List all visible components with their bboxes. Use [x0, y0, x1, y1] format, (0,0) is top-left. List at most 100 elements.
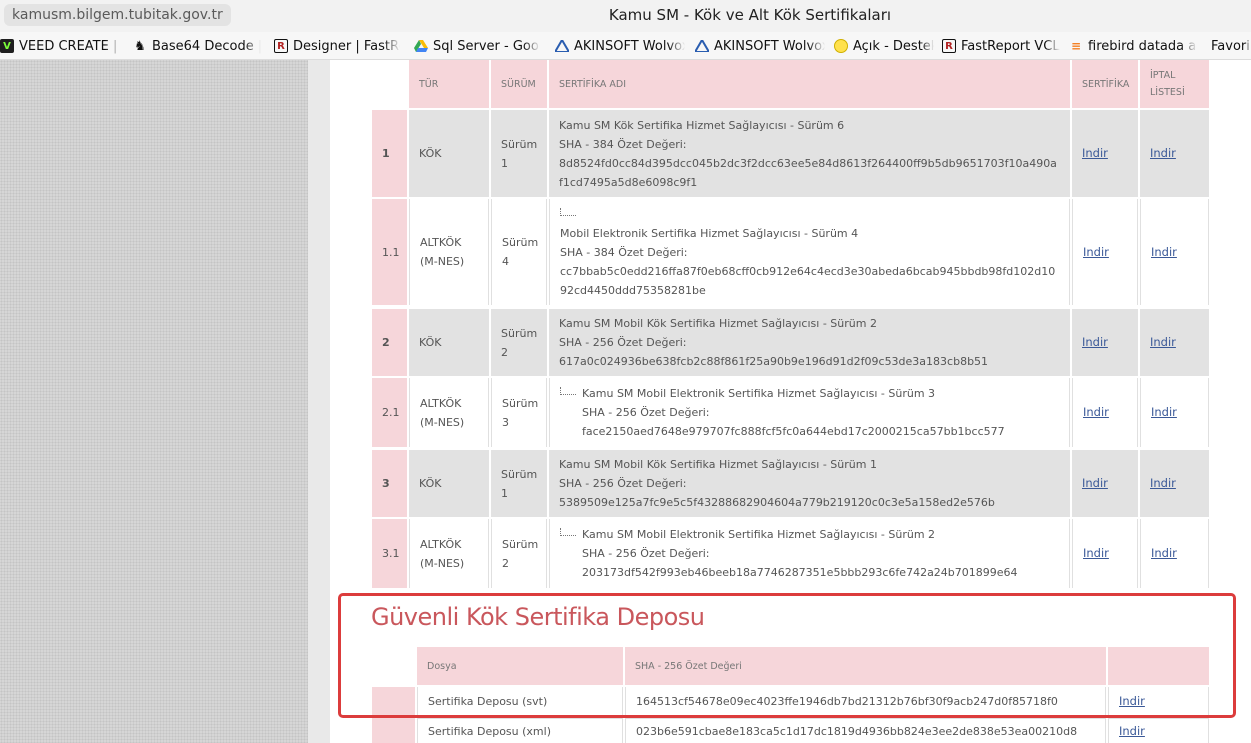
- stackoverflow-icon: ≡: [1070, 39, 1082, 53]
- row-number: 3: [372, 450, 407, 517]
- store-file-name: Sertifika Deposu (xml): [417, 718, 623, 743]
- certificate-name: Kamu SM Mobil Kök Sertifika Hizmet Sağla…: [559, 317, 877, 330]
- certificate-download-link[interactable]: Indir: [1082, 333, 1128, 352]
- crl-download-link[interactable]: Indir: [1151, 403, 1198, 422]
- header-download: [1108, 647, 1209, 685]
- crl-download-cell: Indir: [1140, 110, 1209, 197]
- hash-label: SHA - 384 Özet Değeri:: [559, 137, 687, 151]
- row-number: 3.1: [372, 519, 407, 588]
- row-type: KÖK: [409, 110, 489, 197]
- row-type: ALTKÖK (M-NES): [409, 519, 489, 588]
- certificate-download-cell: Indir: [1072, 519, 1138, 588]
- store-hash-value: 164513cf54678e09ec4023ffe1946db7bd21312b…: [625, 687, 1106, 716]
- row-certificate-details: Kamu SM Mobil Kök Sertifika Hizmet Sağla…: [549, 450, 1070, 517]
- row-type: KÖK: [409, 309, 489, 376]
- hash-label: SHA - 256 Özet Değeri:: [582, 547, 710, 560]
- hash-label: SHA - 256 Özet Değeri:: [582, 406, 710, 419]
- bookmark-veed[interactable]: V VEED CREATE | Ed: [0, 37, 120, 55]
- store-download-cell: Indir: [1108, 687, 1209, 716]
- tree-connector-icon: [560, 387, 576, 395]
- hash-value: 203173df542f993eb46beeb18a7746287351e5bb…: [582, 566, 1018, 579]
- certificate-download-link[interactable]: Indir: [1083, 403, 1127, 422]
- url-display[interactable]: kamusm.bilgem.tubitak.gov.tr: [4, 4, 231, 26]
- row-version: Sürüm 4: [491, 199, 547, 305]
- crl-download-link[interactable]: Indir: [1151, 243, 1198, 262]
- hash-label: SHA - 256 Özet Değeri:: [559, 477, 687, 490]
- akinsoft-icon: [695, 39, 709, 53]
- certificate-download-link[interactable]: Indir: [1083, 544, 1127, 563]
- smiley-icon: [834, 39, 848, 53]
- row-version: Sürüm 3: [491, 378, 547, 447]
- header-file: Dosya: [417, 647, 623, 685]
- bookmark-akinsoft-1[interactable]: AKINSOFT Wolvox: [555, 37, 685, 55]
- store-download-cell: Indir: [1108, 718, 1209, 743]
- crl-download-link[interactable]: Indir: [1151, 544, 1198, 563]
- bookmark-fastreport-vcl[interactable]: R FastReport VCL: [942, 37, 1060, 55]
- store-download-link[interactable]: Indir: [1119, 722, 1198, 741]
- certificate-name: Kamu SM Mobil Elektronik Sertifika Hizme…: [582, 387, 936, 400]
- bookmark-base64[interactable]: ♞ Base64 Decode | E: [133, 37, 261, 55]
- bookmark-sql-server[interactable]: Sql Server - Googl: [414, 37, 540, 55]
- row-marker: [372, 718, 415, 743]
- hash-label: SHA - 256 Özet Değeri:: [559, 336, 687, 349]
- crl-download-cell: Indir: [1140, 199, 1209, 305]
- row-marker: [372, 687, 415, 716]
- veed-icon: V: [0, 39, 14, 53]
- row-type: KÖK: [409, 450, 489, 517]
- certificate-download-link[interactable]: Indir: [1082, 474, 1128, 493]
- crl-download-cell: Indir: [1140, 519, 1209, 588]
- crl-download-cell: Indir: [1140, 450, 1209, 517]
- akinsoft-icon: [555, 39, 569, 53]
- certificate-download-cell: Indir: [1072, 309, 1138, 376]
- certificate-download-cell: Indir: [1072, 450, 1138, 517]
- hash-value: 8d8524fd0cc84d395dcc045b2dc3f2dcc63ee5e8…: [559, 156, 1057, 189]
- header-version: SÜRÜM: [491, 60, 547, 108]
- header-type: TÜR: [409, 60, 489, 108]
- certificate-download-link[interactable]: Indir: [1083, 243, 1127, 262]
- certificate-download-cell: Indir: [1072, 378, 1138, 447]
- google-drive-icon: [414, 39, 428, 53]
- row-number: 2.1: [372, 378, 407, 447]
- hash-value: face2150aed7648e979707fc888fcf5fc0a644eb…: [582, 425, 1005, 438]
- row-type: ALTKÖK (M-NES): [409, 199, 489, 305]
- certificate-name: Kamu SM Mobil Elektronik Sertifika Hizme…: [582, 528, 936, 541]
- store-hash-value: 023b6e591cbae8e183ca5c1d17dc1819d4936bb8…: [625, 718, 1106, 743]
- row-certificate-details: Mobil Elektronik Sertifika Hizmet Sağlay…: [549, 199, 1070, 305]
- row-version: Sürüm 2: [491, 309, 547, 376]
- row-number: 1.1: [372, 199, 407, 305]
- store-file-name: Sertifika Deposu (svt): [417, 687, 623, 716]
- bookmark-designer-fastreport[interactable]: R Designer | FastRep: [274, 37, 400, 55]
- fastreport-icon: R: [274, 39, 288, 53]
- bookmark-firebird[interactable]: ≡ firebird datada ara: [1069, 37, 1197, 55]
- header-hash: SHA - 256 Özet Değeri: [625, 647, 1106, 685]
- row-version: Sürüm 2: [491, 519, 547, 588]
- bookmark-akinsoft-2[interactable]: AKINSOFT Wolvox: [695, 37, 825, 55]
- window-title: Kamu SM - Kök ve Alt Kök Sertifikaları: [608, 6, 892, 24]
- certificate-name: Kamu SM Kök Sertifika Hizmet Sağlayıcısı…: [559, 118, 845, 132]
- hash-label: SHA - 384 Özet Değeri:: [560, 245, 688, 259]
- tree-connector-icon: [560, 207, 576, 216]
- header-certificate-name: SERTİFİKA ADI: [549, 60, 1070, 108]
- row-number: 2: [372, 309, 407, 376]
- hash-value: 617a0c024936be638fcb2c88f861f25a90b9e196…: [559, 355, 989, 368]
- crl-download-link[interactable]: Indir: [1150, 333, 1199, 352]
- certificate-download-cell: Indir: [1072, 199, 1138, 305]
- certificate-name: Mobil Elektronik Sertifika Hizmet Sağlay…: [560, 226, 859, 240]
- bookmarks-bar: V VEED CREATE | Ed ♞ Base64 Decode | E R…: [0, 32, 1251, 60]
- window-title-bar: kamusm.bilgem.tubitak.gov.tr Kamu SM - K…: [0, 0, 1251, 32]
- bookmark-favoriler[interactable]: Favoriler: [1211, 37, 1251, 55]
- bookmark-acik-destek[interactable]: Açık - Destek: [834, 37, 934, 55]
- crl-download-link[interactable]: Indir: [1150, 144, 1199, 163]
- fastreport-icon: R: [942, 39, 956, 53]
- row-certificate-details: Kamu SM Mobil Elektronik Sertifika Hizme…: [549, 378, 1070, 447]
- row-version: Sürüm 1: [491, 110, 547, 197]
- store-download-link[interactable]: Indir: [1119, 692, 1198, 711]
- row-version: Sürüm 1: [491, 450, 547, 517]
- crl-download-link[interactable]: Indir: [1150, 474, 1199, 493]
- header-revocation-list: İPTAL LİSTESİ: [1140, 60, 1209, 108]
- header-certificate: SERTİFİKA: [1072, 60, 1138, 108]
- certificate-download-link[interactable]: Indir: [1082, 144, 1128, 163]
- page-left-background: [0, 60, 330, 743]
- base64-icon: ♞: [134, 38, 146, 54]
- row-certificate-details: Kamu SM Mobil Elektronik Sertifika Hizme…: [549, 519, 1070, 588]
